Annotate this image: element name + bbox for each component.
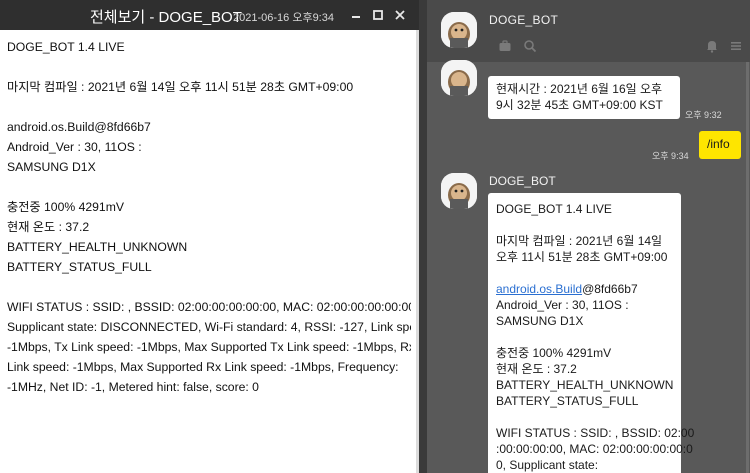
full-view-window: 전체보기 - DOGE_BOT 2021-06-16 오후9:34 DOGE_B… (0, 0, 419, 473)
scrollbar[interactable] (746, 62, 749, 473)
message-line: 충전중 100% 4291mV (496, 346, 612, 360)
content-line: 마지막 컴파일 : 2021년 6월 14일 오후 11시 51분 28초 GM… (7, 80, 354, 94)
content-line: SAMSUNG D1X (7, 160, 96, 174)
message-line: BATTERY_HEALTH_UNKNOWN (496, 378, 674, 392)
message-line: :00:00:00:00, MAC: 02:00:00:00:00:0 (496, 442, 693, 456)
briefcase-icon[interactable] (497, 38, 513, 54)
content-line: 현재 온도 : 37.2 (7, 220, 90, 234)
message-line: SAMSUNG D1X (496, 314, 584, 328)
build-link[interactable]: android.os.Build (496, 282, 582, 296)
maximize-icon[interactable] (368, 5, 388, 25)
minimize-icon[interactable] (346, 5, 366, 25)
content-line: -1MHz, Net ID: -1, Metered hint: false, … (7, 380, 259, 394)
message-text: @8fd66b7 (582, 282, 638, 296)
search-icon[interactable] (522, 38, 538, 54)
content-line: -1Mbps, Tx Link speed: -1Mbps, Max Suppo… (7, 340, 411, 354)
message-line: 현재 온도 : 37.2 (496, 362, 577, 376)
message-line: Android_Ver : 30, 11OS : (496, 298, 629, 312)
window-date: 2021-06-16 오후9:34 (233, 12, 334, 24)
message-line: 0, Supplicant state: (496, 458, 599, 472)
sender-name: DOGE_BOT (489, 174, 556, 188)
message-line: 9시 32분 45초 GMT+09:00 KST (496, 98, 663, 112)
title-bar[interactable]: 전체보기 - DOGE_BOT 2021-06-16 오후9:34 (0, 0, 419, 30)
content-line: android.os.Build@8fd66b7 (7, 120, 151, 134)
message-line: WIFI STATUS : SSID: , BSSID: 02:00 (496, 426, 695, 440)
close-icon[interactable] (390, 5, 410, 25)
chat-header: DOGE_BOT (427, 0, 750, 62)
message-line: 마지막 컴파일 : 2021년 6월 14일 (496, 234, 663, 248)
chat-room-name: DOGE_BOT (489, 13, 559, 27)
avatar[interactable] (441, 60, 477, 96)
message-time: 오후 9:32 (685, 110, 722, 120)
my-message-bubble[interactable]: /info (699, 131, 741, 159)
content-line: DOGE_BOT 1.4 LIVE (7, 40, 125, 54)
content-line: 충전중 100% 4291mV (7, 200, 124, 214)
message-line: 오후 11시 51분 28초 GMT+09:00 (496, 250, 668, 264)
message-line: DOGE_BOT 1.4 LIVE (496, 202, 612, 216)
content-line: BATTERY_STATUS_FULL (7, 260, 152, 274)
message-time: 오후 9:34 (652, 151, 689, 161)
content-line: BATTERY_HEALTH_UNKNOWN (7, 240, 188, 254)
message-line: BATTERY_STATUS_FULL (496, 394, 639, 408)
bot-message-bubble[interactable]: 현재시간 : 2021년 6월 16일 오후 9시 32분 45초 GMT+09… (488, 76, 680, 119)
full-text-content[interactable]: DOGE_BOT 1.4 LIVE 마지막 컴파일 : 2021년 6월 14일 … (7, 37, 411, 469)
avatar[interactable] (441, 12, 477, 48)
message-line: 현재시간 : 2021년 6월 16일 오후 (496, 82, 663, 96)
window-gap (419, 0, 427, 473)
menu-icon[interactable] (728, 38, 744, 54)
chat-window: DOGE_BOT 현재시간 : 2021년 6월 16일 오후 9시 32분 4… (427, 0, 750, 473)
bot-message-bubble[interactable]: DOGE_BOT 1.4 LIVE 마지막 컴파일 : 2021년 6월 14일오… (488, 193, 695, 473)
content-line: Supplicant state: DISCONNECTED, Wi-Fi st… (7, 320, 411, 334)
content-line: WIFI STATUS : SSID: , BSSID: 02:00:00:00… (7, 300, 411, 314)
content-line: Android_Ver : 30, 11OS : (7, 140, 142, 154)
content-line: Link speed: -1Mbps, Max Supported Rx Lin… (7, 360, 399, 374)
message-line: android.os.Build@8fd66b7 (496, 281, 673, 297)
window-title: 전체보기 - DOGE_BOT (90, 9, 242, 26)
message-text: /info (707, 137, 730, 151)
avatar[interactable] (441, 173, 477, 209)
bell-icon[interactable] (704, 38, 720, 54)
